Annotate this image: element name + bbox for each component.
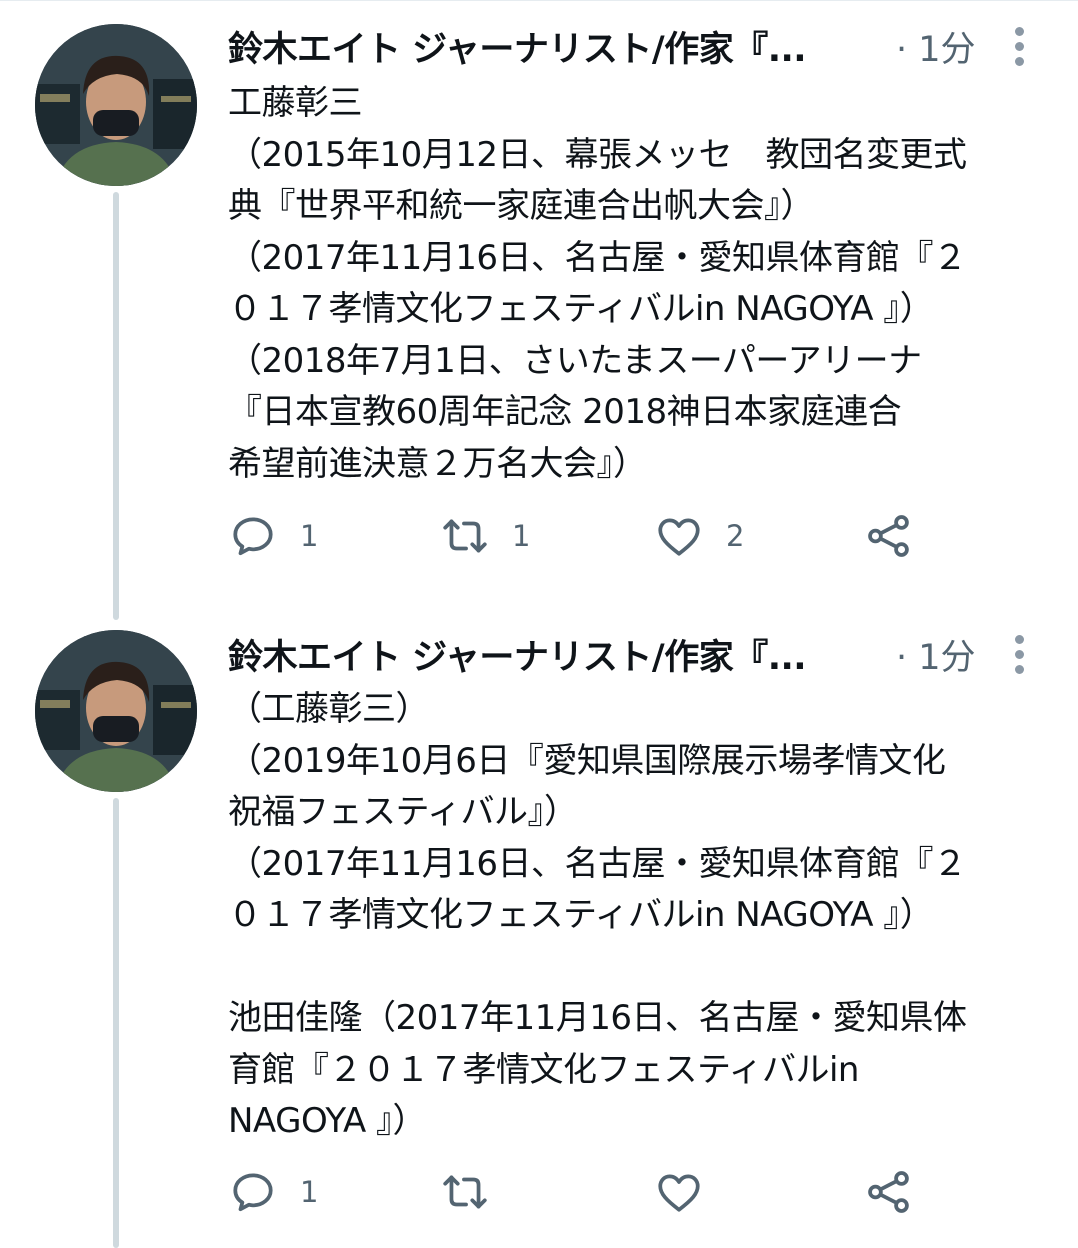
like-button[interactable] xyxy=(654,1162,726,1222)
author-name[interactable]: 鈴木エイト ジャーナリスト/作家『... xyxy=(228,28,868,72)
tweet-text-line: （2018年7月1日、さいたまスーパーアリーナ xyxy=(228,340,922,381)
tweet-text-line xyxy=(228,942,1048,994)
share-icon xyxy=(868,515,909,557)
tweet-text-line: 育館『２０１７孝情文化フェスティバルin xyxy=(228,1049,859,1090)
avatar[interactable] xyxy=(35,630,197,792)
tweet-text-line: ０１７孝情文化フェスティバルin NAGOYA 』） xyxy=(228,289,934,329)
tweet-text-line: NAGOYA 』） xyxy=(228,1101,427,1141)
tweet-text-line: 希望前進決意２万名大会』） xyxy=(228,443,647,484)
share-button[interactable] xyxy=(864,1162,914,1222)
reply-count: 1 xyxy=(300,519,319,553)
thread-line xyxy=(113,192,119,620)
heart-icon xyxy=(658,1174,700,1212)
tweet-header: 鈴木エイト ジャーナリスト/作家『... · 1分 xyxy=(228,24,988,76)
tweet-text-line: 『日本宣教60周年記念 2018神日本家庭連合 xyxy=(228,392,902,432)
tweet-text-line: 工藤彰三 xyxy=(228,83,363,123)
share-icon xyxy=(868,1171,909,1213)
retweet-count: 1 xyxy=(512,519,531,553)
reply-button[interactable]: 1 xyxy=(228,506,318,566)
tweet-text-line: （2017年11月16日、名古屋・愛知県体育館『２ xyxy=(228,843,967,884)
like-button[interactable]: 2 xyxy=(654,506,744,566)
tweet-text-line: （工藤彰三） xyxy=(228,689,430,729)
tweet-text-line: （2019年10月6日『愛知県国際展示場孝情文化 xyxy=(228,740,946,781)
tweet-text-line: 祝福フェスティバル』） xyxy=(228,792,578,832)
timestamp[interactable]: · 1分 xyxy=(896,636,976,680)
action-bar: 1 1 2 xyxy=(228,506,948,566)
tweet-text-line: 典『世界平和統一家庭連合出帆大会』） xyxy=(228,186,815,226)
more-vertical-icon[interactable] xyxy=(1004,24,1034,68)
tweet-text-line: ０１７孝情文化フェスティバルin NAGOYA 』） xyxy=(228,895,934,935)
like-count: 2 xyxy=(726,519,745,553)
reply-button[interactable]: 1 xyxy=(228,1162,318,1222)
reply-icon xyxy=(233,1173,273,1212)
tweet-text: （工藤彰三） （2019年10月6日『愛知県国際展示場孝情文化 祝福フェスティバ… xyxy=(228,684,1048,1148)
share-button[interactable] xyxy=(864,506,914,566)
retweet-icon xyxy=(443,519,487,553)
retweet-button[interactable]: 1 xyxy=(440,506,530,566)
tweet-header: 鈴木エイト ジャーナリスト/作家『... · 1分 xyxy=(228,632,988,684)
more-vertical-icon[interactable] xyxy=(1004,632,1034,676)
tweet-text-line: （2017年11月16日、名古屋・愛知県体育館『２ xyxy=(228,237,967,278)
reply-icon xyxy=(233,517,273,556)
author-name[interactable]: 鈴木エイト ジャーナリスト/作家『... xyxy=(228,636,868,680)
tweet[interactable]: 鈴木エイト ジャーナリスト/作家『... · 1分 工藤彰三 （2015年10月… xyxy=(0,0,1078,620)
tweet-text: 工藤彰三 （2015年10月12日、幕張メッセ 教団名変更式 典『世界平和統一家… xyxy=(228,78,1048,490)
retweet-icon xyxy=(443,1175,487,1209)
thread-line xyxy=(113,798,119,1248)
heart-icon xyxy=(658,518,700,556)
action-bar: 1 xyxy=(228,1162,948,1222)
tweet-text-line: （2015年10月12日、幕張メッセ 教団名変更式 xyxy=(228,134,967,175)
retweet-button[interactable] xyxy=(440,1162,512,1222)
reply-count: 1 xyxy=(300,1175,319,1209)
tweet[interactable]: 鈴木エイト ジャーナリスト/作家『... · 1分 （工藤彰三） （2019年1… xyxy=(0,620,1078,1248)
timestamp[interactable]: · 1分 xyxy=(896,28,976,72)
tweet-text-line: 池田佳隆（2017年11月16日、名古屋・愛知県体 xyxy=(228,998,967,1038)
avatar[interactable] xyxy=(35,24,197,186)
